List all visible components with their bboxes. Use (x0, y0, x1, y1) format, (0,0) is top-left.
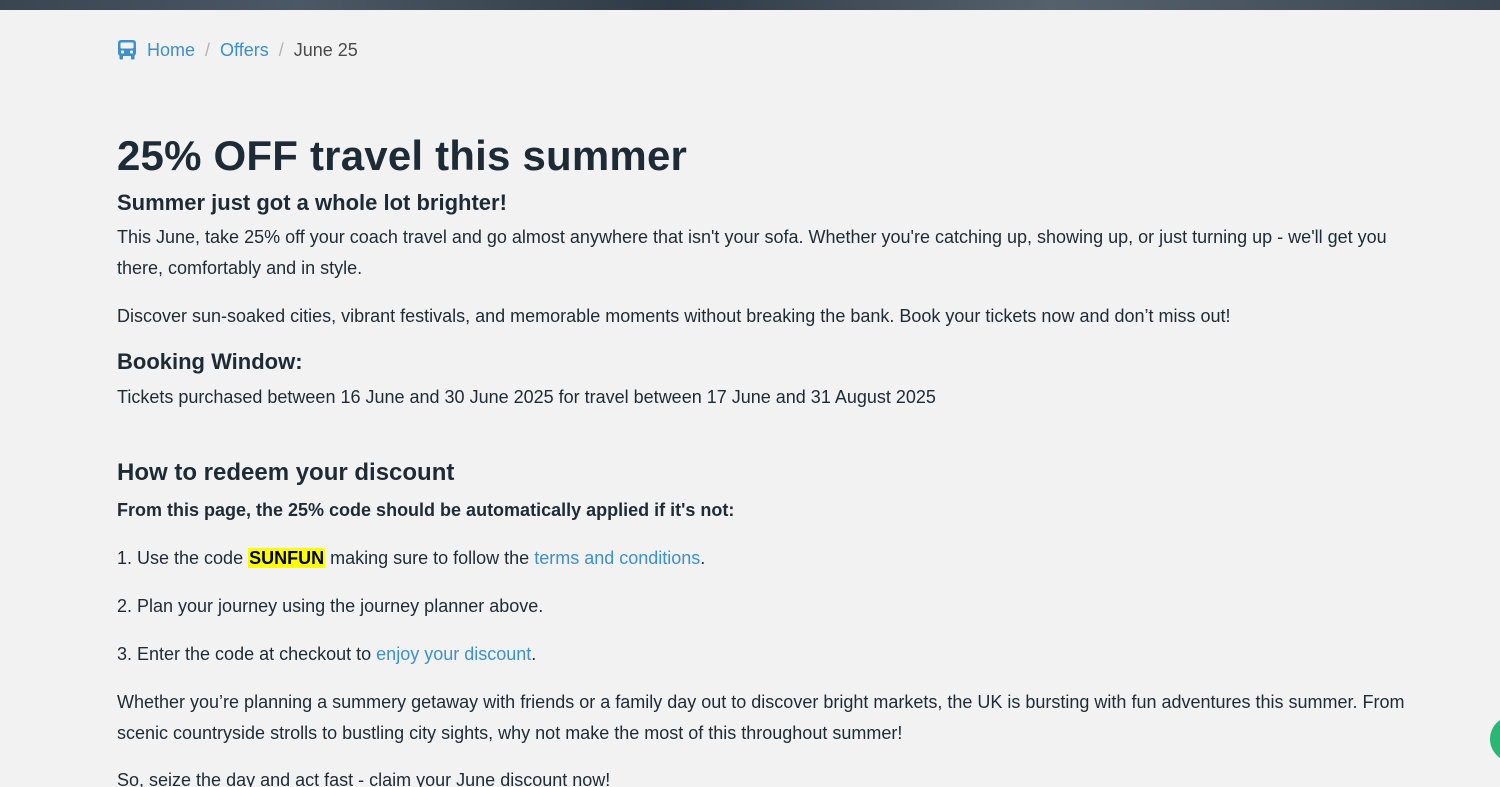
terms-link[interactable]: terms and conditions (534, 548, 700, 568)
booking-window-heading: Booking Window: (117, 349, 303, 374)
booking-window-text: Tickets purchased between 16 June and 30… (117, 387, 936, 407)
step-3-prefix: 3. Enter the code at checkout to (117, 644, 377, 664)
intro-paragraph-1: This June, take 25% off your coach trave… (117, 227, 1387, 278)
redeem-step-2: 2. Plan your journey using the journey p… (117, 596, 544, 616)
breadcrumb: Home / Offers / June 25 (117, 31, 1407, 69)
breadcrumb-current: June 25 (293, 39, 358, 60)
breadcrumb-separator: / (205, 39, 211, 60)
closing-paragraph-1: Whether you’re planning a summery getawa… (117, 692, 1405, 743)
redeem-step-3: 3. Enter the code at checkout to enjoy y… (117, 639, 1407, 670)
redeem-intro: From this page, the 25% code should be a… (117, 500, 735, 520)
step-1-middle: making sure to follow the (325, 548, 535, 568)
intro-paragraph-2: Discover sun-soaked cities, vibrant fest… (117, 306, 1231, 326)
enjoy-discount-link[interactable]: enjoy your discount (376, 644, 531, 664)
page-subtitle: Summer just got a whole lot brighter! (117, 190, 507, 215)
breadcrumb-separator: / (278, 39, 284, 60)
step-1-prefix: 1. Use the code (117, 548, 249, 568)
hero-image-strip (0, 0, 1500, 10)
redeem-step-1: 1. Use the code SUNFUN making sure to fo… (117, 543, 1407, 574)
step-3-suffix: . (531, 644, 537, 664)
breadcrumb-offers[interactable]: Offers (220, 40, 269, 61)
redeem-heading: How to redeem your discount (117, 459, 455, 486)
step-1-suffix: . (700, 548, 706, 568)
bus-icon[interactable] (116, 39, 138, 61)
closing-paragraph-2: So, seize the day and act fast - claim y… (117, 770, 611, 787)
chat-button[interactable] (1490, 716, 1500, 762)
promo-code: SUNFUN (248, 548, 326, 568)
page-title: 25% OFF travel this summer (117, 132, 688, 179)
breadcrumb-home[interactable]: Home (147, 40, 195, 61)
main-content: Home / Offers / June 25 25% OFF travel t… (117, 10, 1407, 787)
